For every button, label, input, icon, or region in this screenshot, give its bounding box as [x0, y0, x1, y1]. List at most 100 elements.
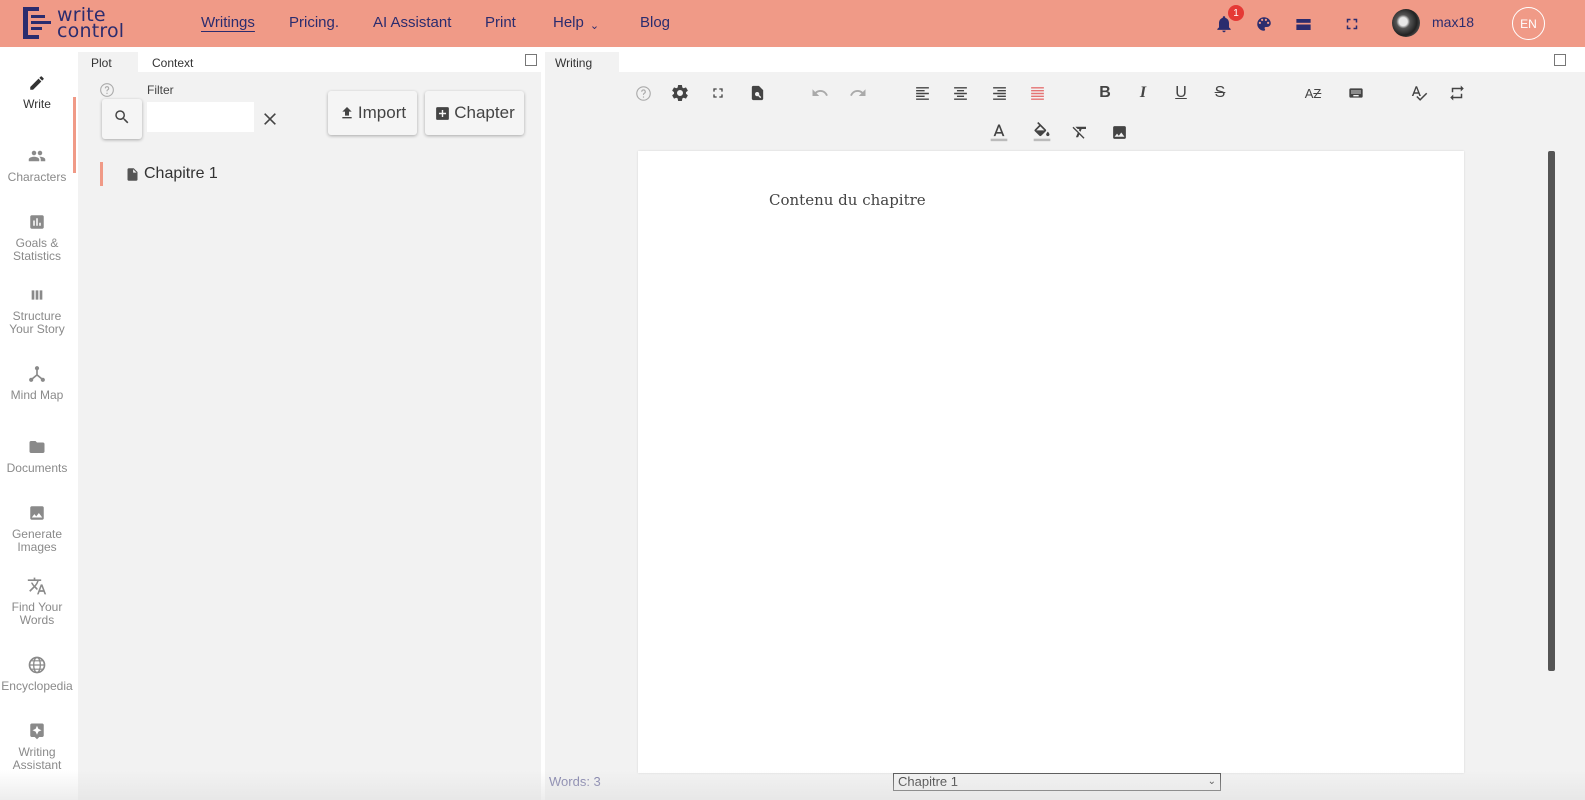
chevron-down-icon: ⌄: [1207, 776, 1216, 787]
rail-label: Generate Images: [11, 527, 63, 554]
plot-panel: Plot Context Filter Import Chapter Chapi…: [78, 52, 541, 800]
chapter-active-indicator: [100, 162, 103, 186]
italic-icon[interactable]: I: [1131, 81, 1155, 105]
upload-icon: [339, 105, 355, 121]
top-bar: write control Writings Pricing. AI Assis…: [0, 0, 1585, 47]
chapter-button-label: Chapter: [454, 103, 515, 122]
chapter-list-item[interactable]: Chapitre 1: [100, 162, 218, 186]
rail-item-mind-map[interactable]: Mind Map: [0, 363, 74, 402]
tab-context[interactable]: Context: [138, 52, 218, 72]
username[interactable]: max18: [1432, 14, 1474, 30]
logo-text: write control: [57, 6, 125, 42]
rail-item-documents[interactable]: Documents: [0, 436, 74, 475]
add-box-icon: [434, 105, 451, 122]
rail-label: Goals & Statistics: [12, 236, 61, 263]
add-chapter-button[interactable]: Chapter: [425, 91, 524, 135]
maximize-panel-button[interactable]: [525, 54, 537, 66]
rail-label: Encyclopedia: [1, 679, 73, 693]
rail-label: Write: [23, 97, 51, 111]
highlight-color-icon[interactable]: [1030, 120, 1054, 144]
help-icon[interactable]: [631, 81, 655, 105]
text-color-icon[interactable]: [987, 120, 1011, 144]
nav-help[interactable]: Help ⌄: [553, 14, 600, 32]
rail-item-characters[interactable]: Characters: [0, 145, 74, 184]
editor-page[interactable]: Contenu du chapitre: [638, 151, 1464, 773]
rail-item-writing-assistant[interactable]: Writing Assistant: [0, 720, 74, 772]
rail-item-encyclopedia[interactable]: Encyclopedia: [0, 654, 74, 693]
fullscreen-icon[interactable]: [706, 81, 730, 105]
nav-blog[interactable]: Blog: [640, 14, 670, 31]
editor-content[interactable]: Contenu du chapitre: [769, 191, 926, 209]
sparkle-icon: [0, 720, 74, 742]
tab-strip: [218, 52, 541, 72]
rail-item-generate-images[interactable]: Generate Images: [0, 502, 74, 554]
filter-label: Filter: [147, 83, 174, 97]
redo-icon[interactable]: [846, 81, 870, 105]
layout-icon[interactable]: [1291, 12, 1315, 36]
columns-icon: [0, 284, 74, 306]
strikethrough-icon[interactable]: S: [1208, 81, 1232, 105]
import-button[interactable]: Import: [328, 91, 417, 135]
preview-icon[interactable]: [745, 81, 769, 105]
settings-gear-icon[interactable]: [668, 81, 692, 105]
rail-item-write[interactable]: Write: [0, 72, 74, 111]
import-label: Import: [357, 103, 407, 122]
image-icon: [0, 502, 74, 524]
align-center-icon[interactable]: [948, 81, 972, 105]
palette-icon[interactable]: [1252, 12, 1276, 36]
rail-item-structure-your-story[interactable]: Structure Your Story: [0, 284, 74, 336]
sort-alpha-icon[interactable]: AZ: [1301, 81, 1325, 105]
rail-label: Documents: [6, 461, 68, 475]
logo[interactable]: write control: [22, 6, 125, 42]
nav-print[interactable]: Print: [485, 14, 516, 31]
bold-icon[interactable]: B: [1093, 81, 1117, 105]
undo-icon[interactable]: [808, 81, 832, 105]
language-switch[interactable]: EN: [1512, 7, 1545, 40]
align-right-icon[interactable]: [987, 81, 1011, 105]
logo-icon: [22, 6, 52, 40]
editor-scrollbar[interactable]: [1548, 151, 1555, 671]
left-rail: Write Characters Goals & Statistics Stru…: [0, 47, 76, 800]
clear-format-icon[interactable]: [1068, 120, 1092, 144]
clear-filter-icon[interactable]: [262, 111, 278, 132]
globe-icon: [0, 654, 74, 676]
search-icon: [113, 108, 131, 131]
folder-icon: [0, 436, 74, 458]
rail-label: Writing Assistant: [12, 745, 62, 772]
writing-panel: Writing B I U S AZ Contenu du chapitre W…: [545, 52, 1585, 800]
logo-line-2: control: [57, 20, 125, 42]
search-button[interactable]: [102, 99, 142, 139]
rail-label: Find Your Words: [11, 600, 63, 627]
tab-strip: [619, 52, 1585, 72]
filter-search-input[interactable]: [147, 102, 254, 132]
avatar[interactable]: [1392, 9, 1420, 37]
spellcheck-icon[interactable]: [1407, 81, 1431, 105]
people-icon: [0, 145, 74, 167]
word-count: Words: 3: [549, 774, 601, 789]
fullscreen-icon[interactable]: [1340, 12, 1364, 36]
underline-icon[interactable]: U: [1169, 81, 1193, 105]
insert-image-icon[interactable]: [1107, 120, 1131, 144]
chevron-down-icon: ⌄: [589, 20, 600, 32]
translate-icon: [0, 575, 74, 597]
document-icon: [125, 166, 140, 183]
tab-writing[interactable]: Writing: [545, 52, 619, 72]
nav-pricing[interactable]: Pricing.: [289, 14, 339, 31]
keyboard-icon[interactable]: [1344, 81, 1368, 105]
rail-item-goals-statistics[interactable]: Goals & Statistics: [0, 211, 74, 263]
align-justify-icon[interactable]: [1025, 81, 1049, 105]
nav-writings[interactable]: Writings: [201, 14, 255, 31]
nav-help-label: Help: [553, 14, 584, 31]
rail-item-find-your-words[interactable]: Find Your Words: [0, 575, 74, 627]
chapter-select[interactable]: Chapitre 1 ⌄: [893, 773, 1221, 791]
tab-plot[interactable]: Plot: [78, 52, 138, 72]
align-left-icon[interactable]: [910, 81, 934, 105]
maximize-panel-button[interactable]: [1554, 54, 1566, 66]
bar-chart-icon: [0, 211, 74, 233]
replace-icon[interactable]: [1445, 81, 1469, 105]
chapter-title: Chapitre 1: [144, 165, 218, 182]
nav-ai-assistant[interactable]: AI Assistant: [373, 14, 451, 31]
rail-label: Structure Your Story: [9, 309, 65, 336]
mind-map-icon: [0, 363, 74, 385]
pencil-icon: [0, 72, 74, 94]
